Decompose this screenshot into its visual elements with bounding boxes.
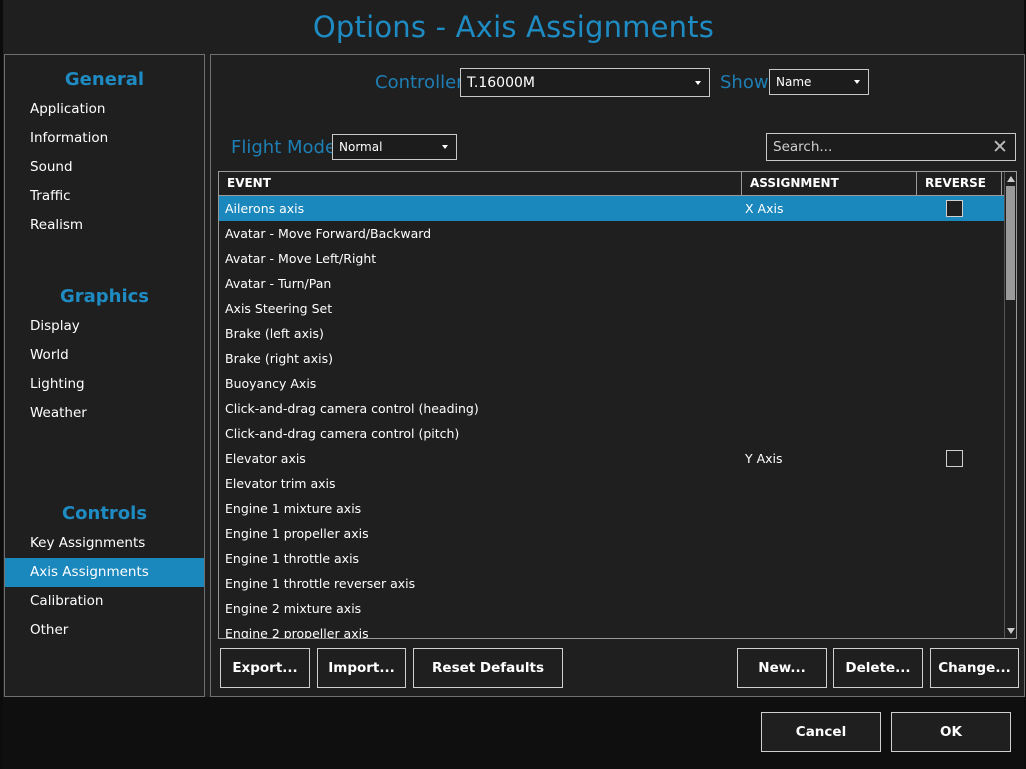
search-input[interactable] [767,134,987,160]
reverse-checkbox[interactable] [946,450,963,467]
flight-mode-dropdown[interactable]: Normal [332,134,457,160]
title-bar: Options - Axis Assignments [3,0,1024,53]
sidebar-heading-general: General [64,69,145,90]
show-label: Show [720,72,769,93]
sidebar-item-axis-assignments[interactable]: Axis Assignments [5,558,204,587]
event-cell: Brake (right axis) [225,351,333,366]
event-cell: Engine 2 mixture axis [225,601,362,616]
sidebar-item-key-assignments[interactable]: Key Assignments [5,529,204,558]
options-window: Options - Axis Assignments General Appli… [3,0,1025,769]
sidebar-heading-controls: Controls [61,503,148,524]
column-header-assignment[interactable]: ASSIGNMENT [742,172,917,195]
reset-defaults-button[interactable]: Reset Defaults [413,648,563,688]
sidebar-item-information[interactable]: Information [5,124,204,153]
chevron-down-icon [854,80,860,84]
event-cell: Engine 1 throttle reverser axis [225,576,416,591]
assignment-cell: X Axis [745,201,784,216]
table-header: EVENT ASSIGNMENT REVERSE [219,172,1006,196]
table-row[interactable]: Engine 2 propeller axis [219,621,1006,639]
flight-mode-label: Flight Mode [231,137,337,158]
scrollbar-thumb[interactable] [1006,186,1015,300]
change-button[interactable]: Change... [930,648,1019,688]
event-cell: Engine 1 throttle axis [225,551,360,566]
event-cell: Axis Steering Set [225,301,333,316]
table-body: Ailerons axis X Axis Avatar - Move Forward… [219,196,1006,639]
sidebar-section-controls: Controls Key Assignments Axis Assignment… [5,499,204,645]
import-button[interactable]: Import... [317,648,406,688]
sidebar-item-other[interactable]: Other [5,616,204,645]
show-dropdown[interactable]: Name [769,69,869,95]
table-row[interactable]: Axis Steering Set [219,296,1006,321]
chevron-down-icon [695,80,701,85]
sidebar-item-lighting[interactable]: Lighting [5,370,204,399]
event-cell: Click-and-drag camera control (pitch) [225,426,460,441]
table-row[interactable]: Click-and-drag camera control (heading) [219,396,1006,421]
chevron-down-icon [442,145,448,149]
event-cell: Brake (left axis) [225,326,324,341]
clear-icon[interactable]: ✕ [990,137,1010,157]
table-row[interactable]: Avatar - Move Forward/Backward [219,221,1006,246]
event-cell: Ailerons axis [225,201,305,216]
sidebar-item-traffic[interactable]: Traffic [5,182,204,211]
table-row[interactable]: Engine 1 propeller axis [219,521,1006,546]
sidebar-item-calibration[interactable]: Calibration [5,587,204,616]
column-header-reverse[interactable]: REVERSE [917,172,1002,195]
event-cell: Avatar - Turn/Pan [225,276,332,291]
table-row[interactable]: Elevator trim axis [219,471,1006,496]
sidebar-item-realism[interactable]: Realism [5,211,204,240]
reverse-checkbox[interactable] [946,200,963,217]
event-cell: Elevator trim axis [225,476,336,491]
vertical-scrollbar[interactable] [1004,172,1016,638]
ok-button[interactable]: OK [891,712,1011,752]
table-row[interactable]: Engine 2 mixture axis [219,596,1006,621]
table-row[interactable]: Engine 1 mixture axis [219,496,1006,521]
table-row[interactable]: Avatar - Move Left/Right [219,246,1006,271]
table-row[interactable]: Brake (right axis) [219,346,1006,371]
table-row[interactable]: Click-and-drag camera control (pitch) [219,421,1006,446]
new-button[interactable]: New... [737,648,827,688]
sidebar-heading-graphics: Graphics [59,286,150,307]
sidebar: General Application Information Sound Tr… [4,54,205,697]
sidebar-item-display[interactable]: Display [5,312,204,341]
delete-button[interactable]: Delete... [833,648,923,688]
table-row[interactable]: Engine 1 throttle reverser axis [219,571,1006,596]
table-row[interactable]: Avatar - Turn/Pan [219,271,1006,296]
scroll-down-arrow-icon[interactable] [1007,628,1015,634]
controller-label: Controller [375,72,464,93]
table-row[interactable]: Engine 1 throttle axis [219,546,1006,571]
event-cell: Avatar - Move Forward/Backward [225,226,432,241]
event-cell: Engine 1 mixture axis [225,501,362,516]
event-cell: Elevator axis [225,451,306,466]
table-row[interactable]: Brake (left axis) [219,321,1006,346]
show-value: Name [776,75,812,89]
event-cell: Engine 1 propeller axis [225,526,369,541]
column-header-event[interactable]: EVENT [219,172,742,195]
search-box: ✕ [766,133,1016,161]
flight-mode-value: Normal [339,140,383,154]
controller-value: T.16000M [467,74,535,91]
event-cell: Click-and-drag camera control (heading) [225,401,479,416]
assignments-table: EVENT ASSIGNMENT REVERSE Ailerons axis X … [218,171,1017,639]
sidebar-section-graphics: Graphics Display World Lighting Weather [5,282,204,428]
event-cell: Buoyancy Axis [225,376,317,391]
scroll-up-arrow-icon[interactable] [1007,176,1015,182]
event-cell: Engine 2 propeller axis [225,626,369,639]
event-cell: Avatar - Move Left/Right [225,251,377,266]
table-row[interactable]: Buoyancy Axis [219,371,1006,396]
sidebar-section-general: General Application Information Sound Tr… [5,65,204,240]
table-row[interactable]: Ailerons axis X Axis [219,196,1006,221]
table-row[interactable]: Elevator axis Y Axis [219,446,1006,471]
sidebar-item-sound[interactable]: Sound [5,153,204,182]
window-title: Options - Axis Assignments [312,9,715,44]
dialog-footer: Cancel OK [3,697,1024,769]
assignment-cell: Y Axis [745,451,783,466]
sidebar-item-application[interactable]: Application [5,95,204,124]
main-panel: Controller T.16000M Show Name Flight Mod… [210,54,1025,697]
cancel-button[interactable]: Cancel [761,712,881,752]
sidebar-item-world[interactable]: World [5,341,204,370]
controller-dropdown[interactable]: T.16000M [460,68,710,97]
sidebar-item-weather[interactable]: Weather [5,399,204,428]
export-button[interactable]: Export... [220,648,310,688]
